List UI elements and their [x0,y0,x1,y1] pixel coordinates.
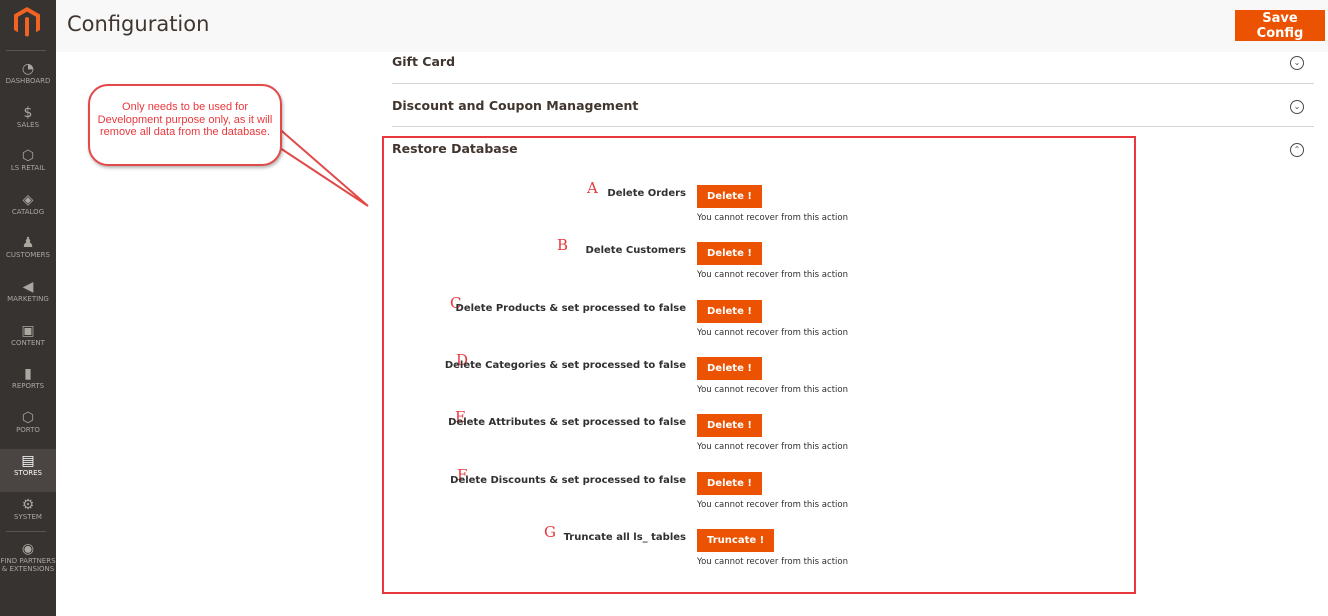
annotation-callout: Only needs to be used for Development pu… [88,84,282,166]
